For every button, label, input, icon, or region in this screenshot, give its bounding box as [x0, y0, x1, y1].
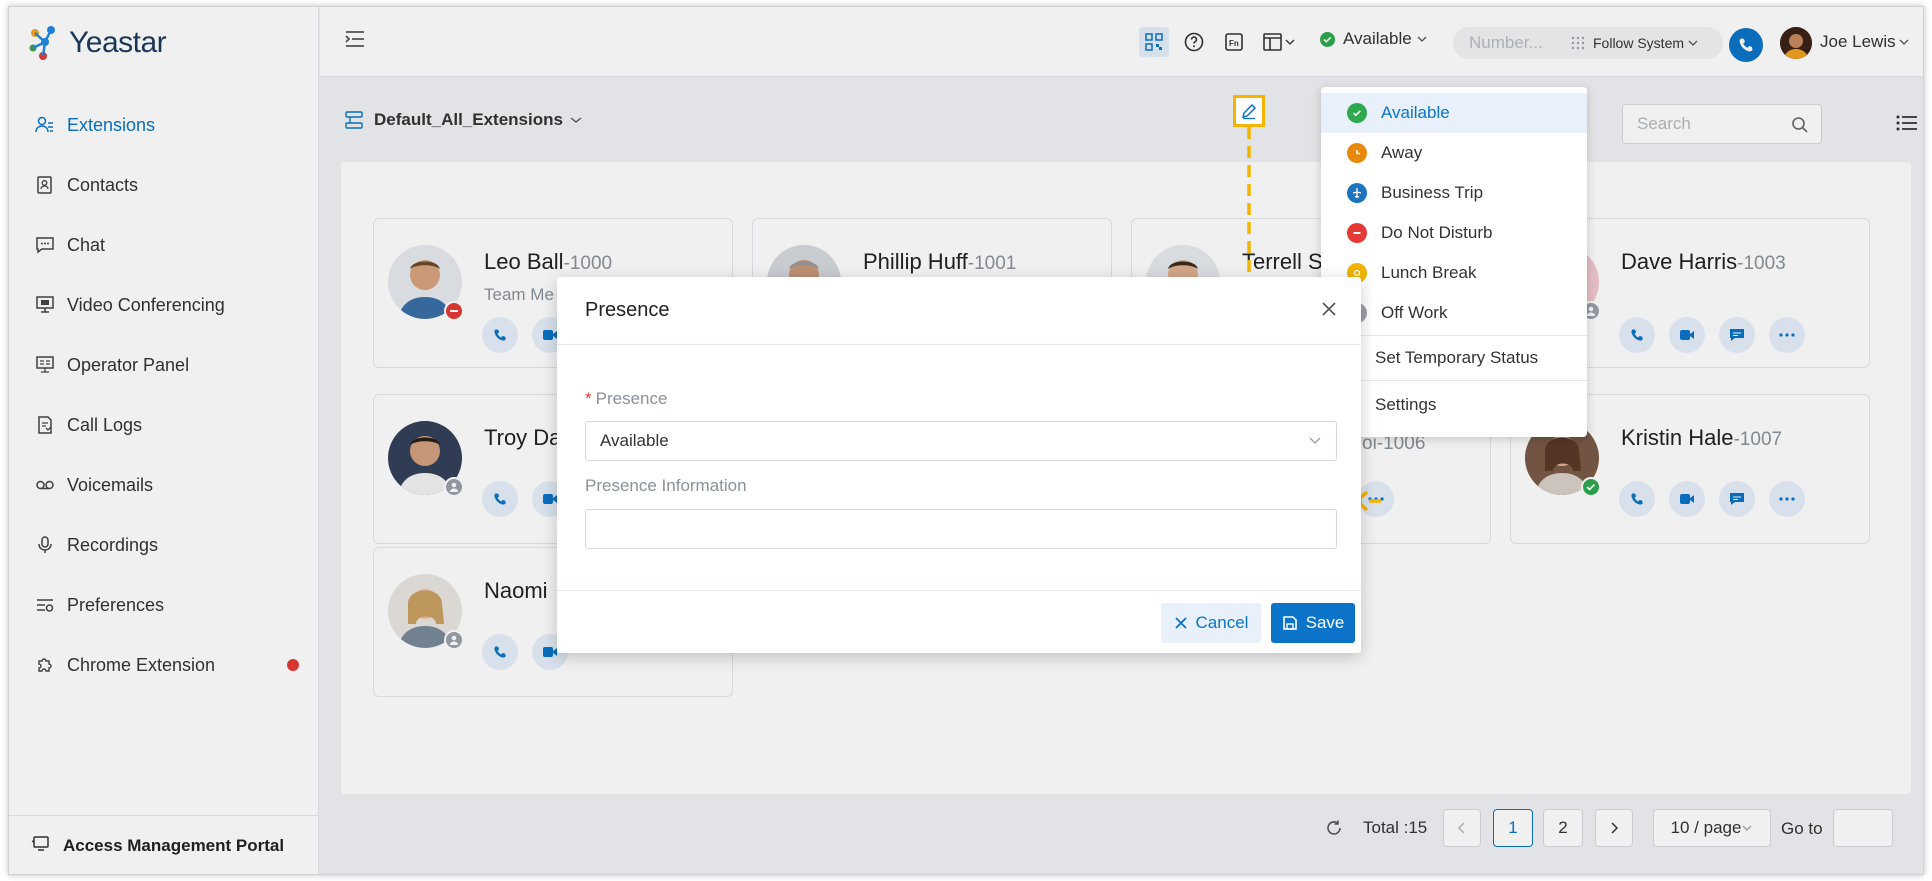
- presence-modal: Presence * Presence Available Presence In…: [557, 277, 1361, 653]
- presence-option-label: Available: [1381, 103, 1450, 122]
- modal-header: Presence: [557, 277, 1361, 345]
- clock-icon: [1347, 143, 1367, 163]
- do-not-disturb-icon: [1347, 223, 1367, 243]
- presence-information-label: Presence Information: [585, 476, 747, 495]
- modal-footer: Cancel Save: [557, 590, 1361, 653]
- presence-option-label: Do Not Disturb: [1381, 223, 1493, 242]
- cancel-label: Cancel: [1195, 613, 1249, 632]
- save-button[interactable]: Save: [1271, 603, 1355, 643]
- modal-title: Presence: [585, 299, 670, 321]
- chevron-down-icon: [1309, 437, 1321, 444]
- presence-field-label: * Presence: [585, 389, 668, 408]
- pencil-icon: [1241, 103, 1257, 120]
- presence-option-label: Away: [1381, 143, 1423, 162]
- airplane-icon: [1347, 183, 1367, 203]
- available-status-icon: [1347, 103, 1367, 123]
- presence-option-business-trip[interactable]: Business Trip: [1321, 173, 1587, 213]
- presence-option-away[interactable]: Away: [1321, 133, 1587, 173]
- edit-presence-button[interactable]: [1233, 95, 1265, 127]
- app-window: Yeastar Extensions Contacts Chat Video C…: [8, 6, 1924, 875]
- presence-option-label: Off Work: [1381, 303, 1448, 322]
- presence-option-label: Business Trip: [1381, 183, 1484, 202]
- presence-information-input[interactable]: [585, 509, 1337, 549]
- presence-option-available[interactable]: Available: [1321, 93, 1587, 133]
- close-icon: [1174, 617, 1187, 629]
- close-icon[interactable]: [1319, 299, 1339, 319]
- presence-select-value: Available: [600, 431, 669, 450]
- presence-option-do-not-disturb[interactable]: Do Not Disturb: [1321, 213, 1587, 253]
- presence-option-label: Lunch Break: [1381, 263, 1477, 282]
- save-icon: [1282, 616, 1297, 630]
- presence-select[interactable]: Available: [585, 421, 1337, 461]
- cancel-button[interactable]: Cancel: [1161, 603, 1261, 643]
- required-marker: *: [585, 389, 592, 408]
- save-label: Save: [1305, 613, 1345, 632]
